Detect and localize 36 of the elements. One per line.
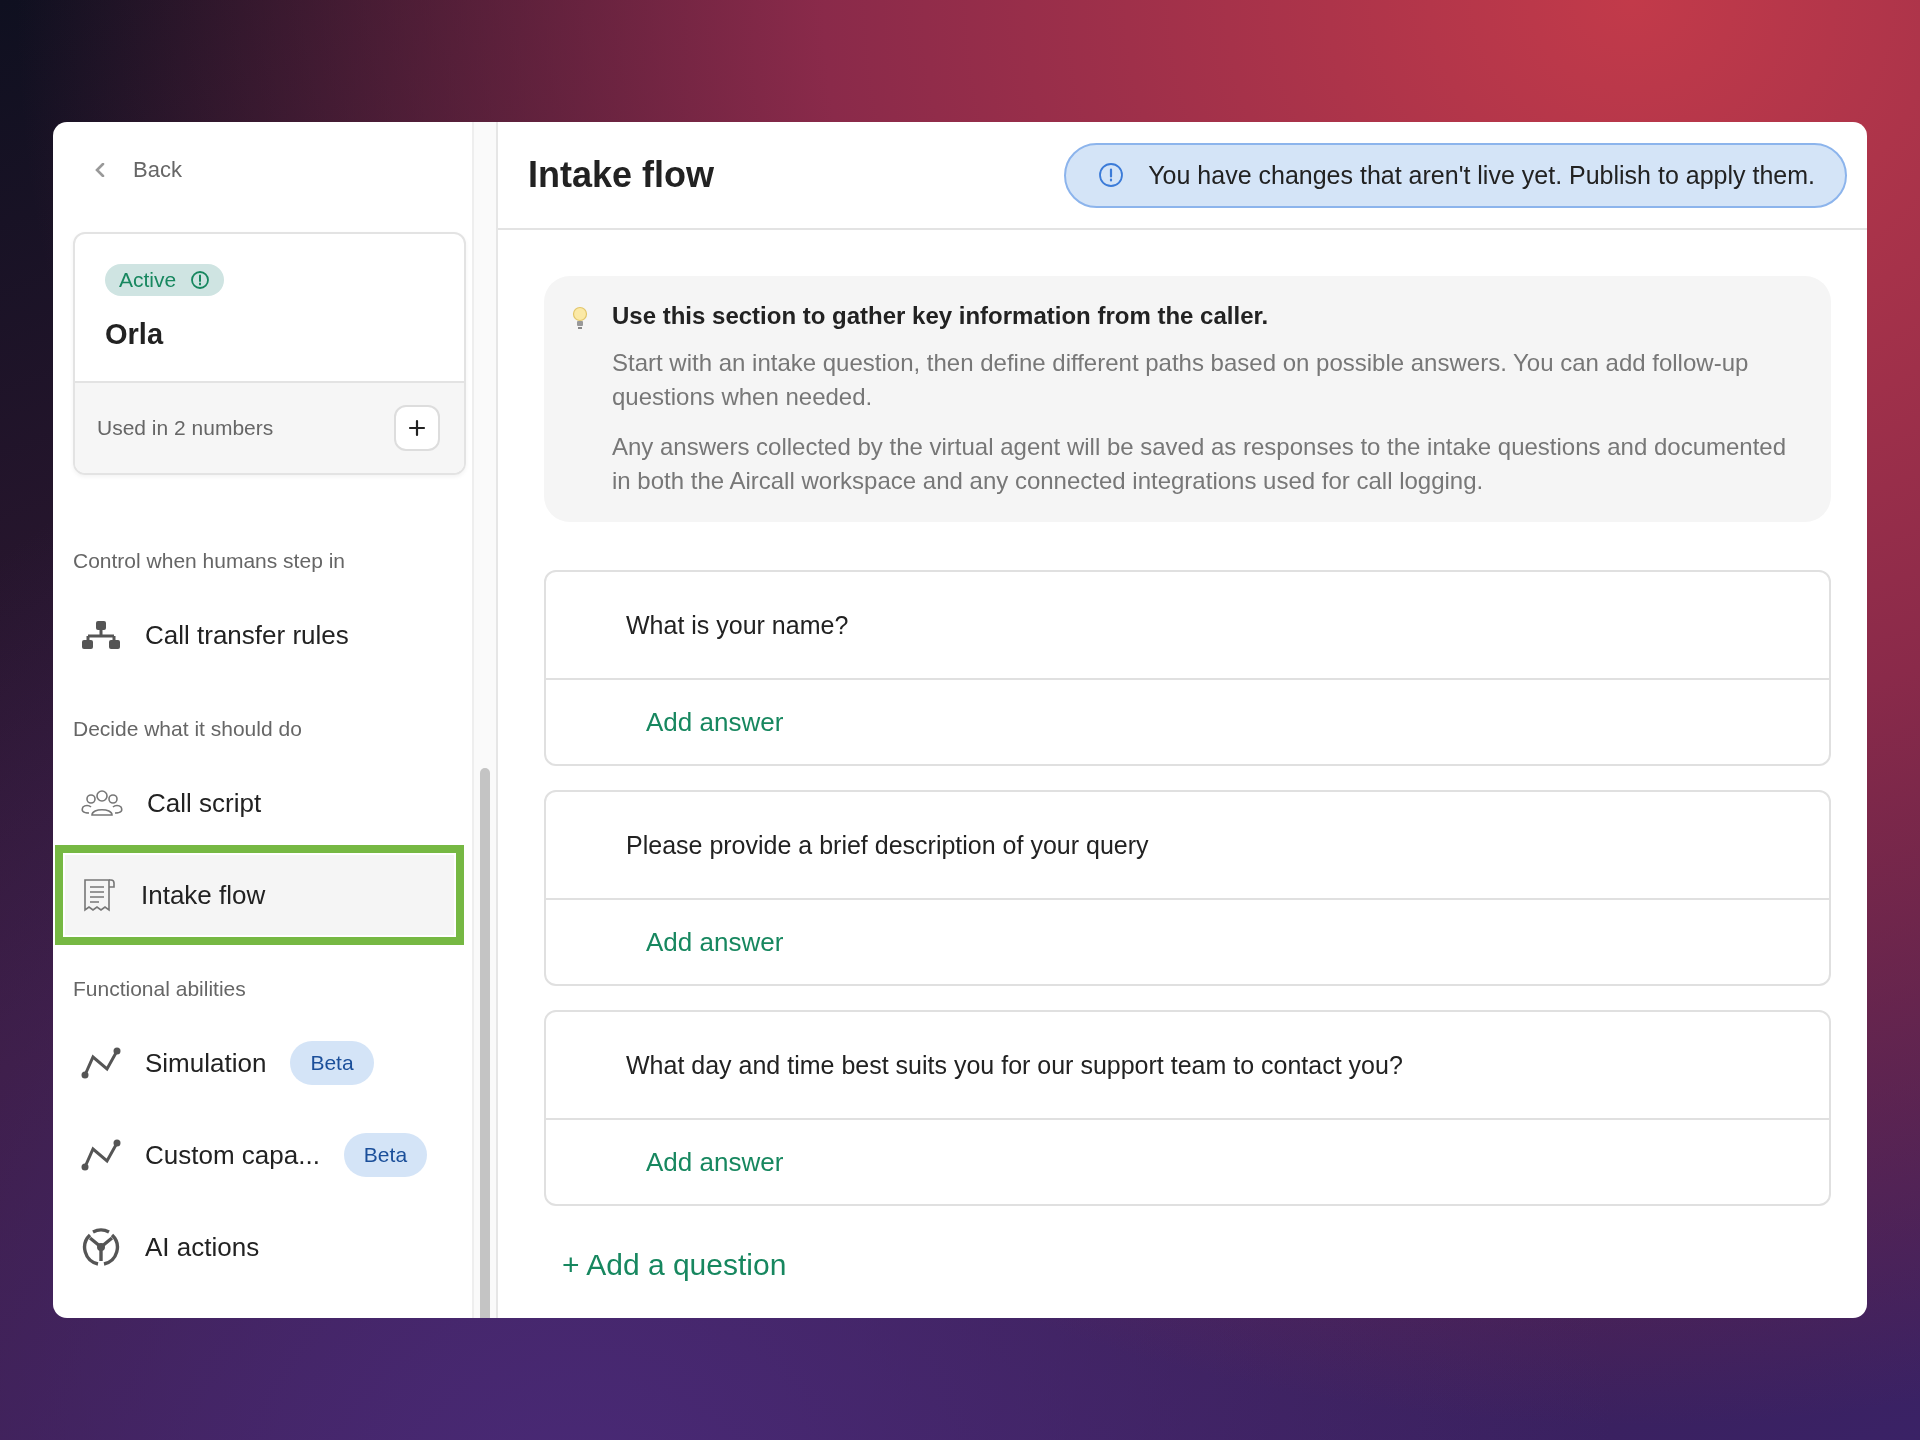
sidebar-item[interactable]: Call transfer rules: [55, 585, 464, 685]
group-icon: [81, 788, 123, 818]
add-answer-link[interactable]: Add answer: [646, 706, 784, 738]
add-question-link[interactable]: + Add a question: [562, 1248, 787, 1281]
status-badge: Active: [105, 264, 225, 296]
hierarchy-icon: [81, 620, 121, 650]
beta-badge: Beta: [290, 1041, 374, 1085]
scrollbar[interactable]: [472, 122, 496, 1318]
info-icon: [1098, 162, 1125, 188]
add-button[interactable]: [394, 405, 440, 451]
usage-text: Used in 2 numbers: [97, 416, 274, 440]
plus-icon: [408, 419, 426, 437]
notice-text: You have changes that aren't live yet. Publish to apply them.: [1148, 160, 1815, 190]
question-text[interactable]: What day and time best suits you for our support team to contact you?: [546, 1012, 1829, 1120]
info-icon: [190, 270, 211, 290]
back-link[interactable]: Back: [73, 122, 182, 180]
beta-badge: Beta: [343, 1133, 428, 1177]
section-heading: Decide what it should do: [73, 716, 303, 742]
tip-paragraph: Start with an intake question, then define different paths based on possible answers. You can add follow-up questions when needed.: [612, 348, 1750, 412]
receipt-icon: [81, 876, 117, 914]
line-graph-icon: [81, 1047, 121, 1079]
question-text[interactable]: What is your name?: [546, 572, 1829, 680]
agent-name: Orla: [105, 318, 165, 351]
lightbulb-icon: [572, 306, 588, 332]
section-heading: Functional abilities: [73, 976, 247, 1002]
add-answer-link[interactable]: Add answer: [646, 926, 784, 958]
page-title: Intake flow: [528, 154, 715, 196]
sidebar-item[interactable]: Intake flow: [55, 845, 464, 945]
line-graph-icon: [81, 1139, 121, 1171]
question-text[interactable]: Please provide a brief description of your query: [546, 792, 1829, 900]
tip-paragraph: Any answers collected by the virtual agent will be saved as responses to the intake questions and documented in both the Aircall workspace and any connected integrations used for call logging.: [612, 432, 1788, 496]
add-answer-link[interactable]: Add answer: [646, 1146, 784, 1178]
chevron-left-icon: [95, 163, 105, 177]
aperture-icon: [81, 1227, 121, 1267]
tip-title: Use this section to gather key information from the caller.: [612, 302, 1270, 330]
section-heading: Control when humans step in: [73, 548, 346, 574]
